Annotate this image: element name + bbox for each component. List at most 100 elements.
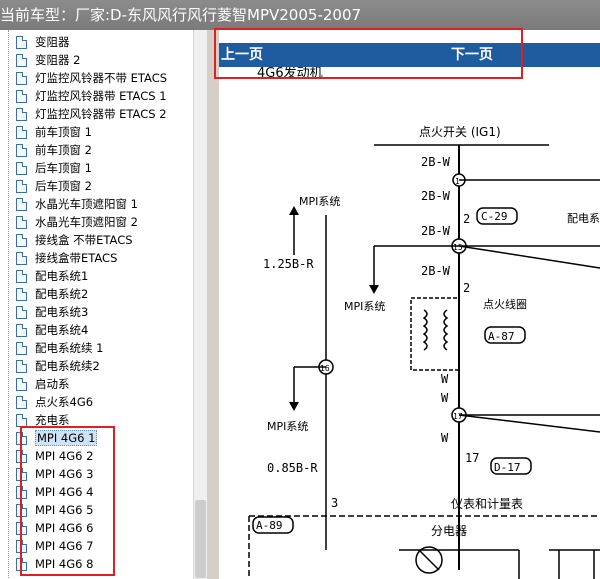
tree-item[interactable]: 配电系统2	[16, 285, 88, 303]
tree-item-label: 前车顶窗 1	[35, 125, 92, 139]
document-icon	[16, 251, 27, 265]
document-icon	[16, 287, 27, 301]
panel-splitter[interactable]	[207, 30, 219, 579]
tree-item[interactable]: 水晶光车顶遮阳窗 1	[16, 195, 138, 213]
tree-item-label: 前车顶窗 2	[35, 143, 92, 157]
document-icon	[16, 197, 27, 211]
wire-w3: W	[441, 431, 449, 445]
ignition-coil-label: 点火线圈	[483, 297, 527, 311]
tree-item-label: 接线盒 不带ETACS	[35, 233, 133, 247]
document-icon	[16, 107, 27, 121]
tree-item-label: 后车顶窗 1	[35, 161, 92, 175]
tree-item-label: 点火系4G6	[35, 395, 94, 409]
junction-1-label: 1	[455, 177, 460, 186]
mpi-system-label-2: MPI系统	[299, 195, 340, 208]
document-icon	[16, 71, 27, 85]
document-icon	[16, 305, 27, 319]
tree-item-label: 配电系统2	[35, 287, 89, 301]
tree-scrollbar[interactable]	[193, 30, 208, 579]
wire-085br: 0.85B-R	[267, 461, 318, 475]
ignition-switch-label: 点火开关 (IG1)	[419, 125, 501, 139]
tree-item[interactable]: 前车顶窗 1	[16, 123, 92, 141]
tree-item-label: 配电系统续 1	[35, 341, 104, 355]
tree-item[interactable]: 变阻器	[16, 33, 70, 51]
power-dist-label: 配电系	[567, 212, 600, 225]
tree-item[interactable]: 接线盒带ETACS	[16, 249, 117, 267]
mpi-system-label-1: MPI系统	[344, 300, 385, 313]
tree-item[interactable]: 后车顶窗 1	[16, 159, 92, 177]
wire-125br: 1.25B-R	[263, 257, 314, 271]
tree-item-label: 灯监控风铃器带 ETACS 2	[35, 107, 167, 121]
wiring-diagram: 4G6发动机 点火开关 (IG1) 2B-W 1 2B-W 2 C-29 配电系…	[248, 65, 600, 579]
tree-item[interactable]: 配电系统3	[16, 303, 88, 321]
mpi-system-label-3: MPI系统	[267, 420, 308, 433]
wire-2bw-d: 2B-W	[421, 264, 451, 278]
connector-d17: D-17	[494, 461, 521, 474]
document-icon	[16, 269, 27, 283]
tree-item[interactable]: 配电系统续2	[16, 357, 100, 375]
document-icon	[16, 323, 27, 337]
pin-17: 17	[465, 451, 479, 465]
tree-item-label: 启动系	[35, 377, 70, 391]
document-icon	[16, 215, 27, 229]
document-icon	[16, 179, 27, 193]
meters-label: 仪表和计量表	[451, 497, 523, 511]
tree-item-label: 接线盒带ETACS	[35, 251, 118, 265]
diagram-viewer: 4G6发动机 点火开关 (IG1) 2B-W 1 2B-W 2 C-29 配电系…	[219, 30, 600, 579]
document-icon	[16, 125, 27, 139]
distributor-label: 分电器	[431, 524, 467, 538]
document-icon	[16, 359, 27, 373]
tree-scrollbar-thumb[interactable]	[195, 500, 206, 578]
window-title: 当前车型：厂家:D-东风风行风行菱智MPV2005-2007	[0, 6, 362, 24]
connector-a87: A-87	[488, 330, 515, 343]
tree-item-label: 灯监控风铃器不带 ETACS	[35, 71, 168, 85]
tree-guide-line	[8, 30, 9, 579]
document-icon	[16, 341, 27, 355]
tree-item[interactable]: 变阻器 2	[16, 51, 80, 69]
junction-16-label: 16	[320, 364, 330, 373]
tree-item[interactable]: 后车顶窗 2	[16, 177, 92, 195]
document-icon	[16, 53, 27, 67]
tree-item[interactable]: 前车顶窗 2	[16, 141, 92, 159]
tree-item-label: 后车顶窗 2	[35, 179, 92, 193]
annotation-highlight-list	[20, 426, 115, 576]
tree-item-label: 变阻器 2	[35, 53, 81, 67]
document-icon	[16, 89, 27, 103]
wire-2bw-a: 2B-W	[421, 155, 451, 169]
document-icon	[16, 395, 27, 409]
tree-item[interactable]: 水晶光车顶遮阳窗 2	[16, 213, 138, 231]
junction-15-label: 15	[453, 243, 463, 252]
tree-item[interactable]: 灯监控风铃器带 ETACS 1	[16, 87, 167, 105]
junction-17-label: 17	[453, 412, 463, 421]
annotation-highlight-nav	[214, 28, 523, 79]
pin-2b: 2	[463, 281, 470, 295]
tree-item-label: 配电系统续2	[35, 359, 100, 373]
tree-item-label: 水晶光车顶遮阳窗 2	[35, 215, 138, 229]
wire-w1: W	[441, 372, 449, 386]
wire-2bw-c: 2B-W	[421, 224, 451, 238]
document-icon	[16, 413, 27, 427]
pin-2a: 2	[463, 212, 470, 226]
wire-2bw-b: 2B-W	[421, 189, 451, 203]
tree-item-label: 水晶光车顶遮阳窗 1	[35, 197, 138, 211]
tree-item-label: 配电系统3	[35, 305, 89, 319]
tree-item[interactable]: 灯监控风铃器带 ETACS 2	[16, 105, 167, 123]
tree-item-label: 变阻器	[35, 35, 70, 49]
document-icon	[16, 233, 27, 247]
tree-item[interactable]: 启动系	[16, 375, 70, 393]
document-icon	[16, 161, 27, 175]
tree-item[interactable]: 点火系4G6	[16, 393, 93, 411]
tree-item[interactable]: 接线盒 不带ETACS	[16, 231, 133, 249]
tree-item[interactable]: 配电系统1	[16, 267, 88, 285]
tree-item-label: 配电系统4	[35, 323, 89, 337]
tree-item-label: 灯监控风铃器带 ETACS 1	[35, 89, 167, 103]
window-title-bar: 当前车型：厂家:D-东风风行风行菱智MPV2005-2007	[0, 0, 600, 30]
pin-3: 3	[331, 496, 338, 510]
document-icon	[16, 377, 27, 391]
tree-item[interactable]: 配电系统4	[16, 321, 88, 339]
tree-item[interactable]: 配电系统续 1	[16, 339, 103, 357]
connector-c29: C-29	[481, 210, 508, 223]
tree-item-label: 配电系统1	[35, 269, 89, 283]
tree-item[interactable]: 灯监控风铃器不带 ETACS	[16, 69, 167, 87]
connector-a89: A-89	[256, 519, 283, 532]
